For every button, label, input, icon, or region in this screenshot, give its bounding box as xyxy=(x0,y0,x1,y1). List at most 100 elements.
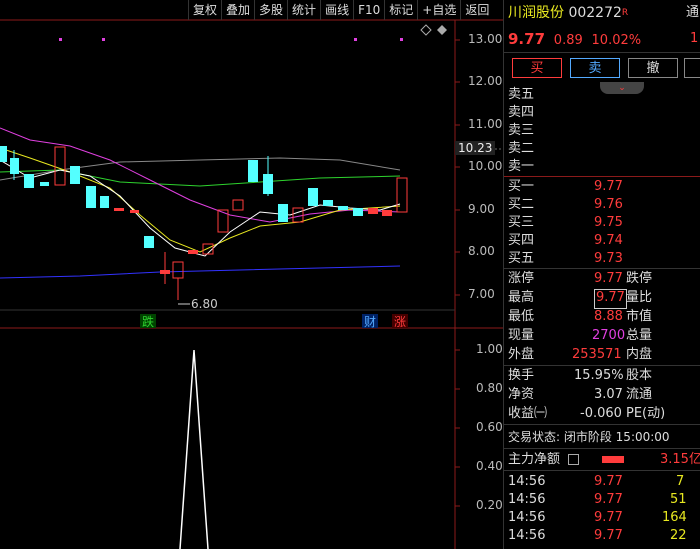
stat-label: 市值 xyxy=(626,309,653,324)
indicator-axis-label: 0.40 xyxy=(476,459,503,473)
tick-time: 14:56 xyxy=(508,528,546,543)
stat-label: 收益㈠ xyxy=(508,406,548,421)
chart-toolbar: 复权 叠加 多股 统计 画线 F10 标记 +自选 返回 xyxy=(188,0,493,20)
main-flow-label: 主力净额 xyxy=(508,452,561,467)
cai-marker[interactable]: 财 xyxy=(364,315,376,329)
stat-value: 9.77 xyxy=(594,289,627,309)
stat-label: 涨停 xyxy=(508,271,535,286)
buy-level-label: 买四 xyxy=(508,233,535,248)
main-flow-bar xyxy=(602,456,624,463)
back-button[interactable]: 返回 xyxy=(460,0,493,20)
stat-value: 8.88 xyxy=(594,309,623,324)
stat-label: PE(动) xyxy=(626,406,666,421)
buy-level-price: 9.76 xyxy=(594,197,623,212)
mark-button[interactable]: 标记 xyxy=(384,0,417,20)
overlay-button[interactable]: 叠加 xyxy=(221,0,254,20)
buy-level-label: 买五 xyxy=(508,251,535,266)
tick-time: 14:56 xyxy=(508,474,546,489)
tick-price: 9.77 xyxy=(594,510,623,525)
trade-status: 交易状态: 闭市阶段 15:00:00 xyxy=(508,430,670,444)
tick-price: 9.77 xyxy=(594,492,623,507)
fuquan-button[interactable]: 复权 xyxy=(188,0,221,20)
price-axis-label: 12.00 xyxy=(468,74,503,88)
stat-label: 跌停 xyxy=(626,271,653,286)
die-marker: 跌 xyxy=(142,314,154,329)
price-axis-label: 10.00 xyxy=(468,159,503,173)
buy-level-price: 9.77 xyxy=(594,179,623,194)
stat-value: 2700 xyxy=(592,328,626,343)
quote-panel: 川润股份 002272R 通 9.77 0.89 10.02% 1 买 卖 撤 … xyxy=(503,0,700,549)
kline-chart[interactable]: 6.80 跌 财 涨 xyxy=(0,0,503,549)
diamond-icon[interactable] xyxy=(437,25,447,35)
buy-level-price: 9.75 xyxy=(594,215,623,230)
main-flow-value: 3.15亿 xyxy=(660,452,700,467)
add-watchlist-button[interactable]: +自选 xyxy=(417,0,460,20)
price-axis-label: 13.00 xyxy=(468,32,503,46)
sell-button[interactable]: 卖 xyxy=(570,58,620,78)
current-price-label: 10.23 xyxy=(455,141,496,155)
sell-level-label: 卖四 xyxy=(508,105,535,120)
low-price-label: 6.80 xyxy=(191,297,218,311)
diamond-icon[interactable] xyxy=(420,24,432,36)
side-label: 通 xyxy=(686,5,700,20)
stat-label: 现量 xyxy=(508,328,535,343)
sell-level-label: 卖二 xyxy=(508,141,535,156)
tick-volume: 164 xyxy=(662,510,687,525)
extra-button[interactable] xyxy=(684,58,700,78)
sell-level-label: 卖三 xyxy=(508,123,535,138)
ma60-line xyxy=(0,169,401,187)
indicator-line xyxy=(179,349,209,549)
stat-label: 内盘 xyxy=(626,347,653,362)
stat-label: 净资 xyxy=(508,387,535,402)
stat-label: 量比 xyxy=(626,290,653,305)
sell-level-label: 卖五 xyxy=(508,87,535,102)
stat-label: 外盘 xyxy=(508,347,535,362)
buy-level-label: 买一 xyxy=(508,179,535,194)
zhang-marker[interactable]: 涨 xyxy=(394,314,406,329)
tick-volume: 7 xyxy=(676,474,685,489)
menu-icon[interactable] xyxy=(568,454,579,465)
tick-price: 9.77 xyxy=(594,528,623,543)
tick-price: 9.77 xyxy=(594,474,623,489)
stat-value: 253571 xyxy=(572,347,622,362)
price-axis-label: 7.00 xyxy=(468,287,495,301)
tick-time: 14:56 xyxy=(508,510,546,525)
buy-level-label: 买三 xyxy=(508,215,535,230)
stock-name: 川润股份 xyxy=(508,5,564,21)
last-price: 9.77 xyxy=(508,30,546,48)
buy-level-price: 9.74 xyxy=(594,233,623,248)
multi-stock-button[interactable]: 多股 xyxy=(254,0,287,20)
cancel-button[interactable]: 撤 xyxy=(628,58,678,78)
ma250-line xyxy=(0,265,401,279)
indicator-axis-label: 0.60 xyxy=(476,420,503,434)
price-change-pct: 10.02% xyxy=(591,33,642,48)
stat-label: 最低 xyxy=(508,309,535,324)
tick-time: 14:56 xyxy=(508,492,546,507)
side-value: 1 xyxy=(690,31,699,46)
stock-tag: R xyxy=(621,8,629,18)
stat-label: 总量 xyxy=(626,328,653,343)
collapse-chevron-icon[interactable]: ⌄ xyxy=(600,82,644,94)
buy-level-price: 9.73 xyxy=(594,251,623,266)
indicator-axis-label: 0.20 xyxy=(476,498,503,512)
f10-button[interactable]: F10 xyxy=(353,0,384,20)
draw-line-button[interactable]: 画线 xyxy=(320,0,353,20)
price-axis-label: 11.00 xyxy=(468,117,503,131)
stat-value: -0.060 xyxy=(580,406,622,421)
tick-volume: 22 xyxy=(670,528,687,543)
stat-value: 9.77 xyxy=(594,271,623,286)
stat-label: 换手 xyxy=(508,368,535,383)
tick-volume: 51 xyxy=(670,492,687,507)
stats-button[interactable]: 统计 xyxy=(287,0,320,20)
buy-level-label: 买二 xyxy=(508,197,535,212)
buy-button[interactable]: 买 xyxy=(512,58,562,78)
price-change: 0.89 xyxy=(553,33,583,48)
price-axis-label: 8.00 xyxy=(468,244,495,258)
stat-value: 15.95% xyxy=(574,368,624,383)
stat-label: 最高 xyxy=(508,290,535,305)
sell-level-label: 卖一 xyxy=(508,159,535,174)
stat-label: 股本 xyxy=(626,368,653,383)
indicator-axis-label: 1.00 xyxy=(476,342,503,356)
stock-code: 002272 xyxy=(568,5,622,21)
indicator-axis-label: 0.80 xyxy=(476,381,503,395)
